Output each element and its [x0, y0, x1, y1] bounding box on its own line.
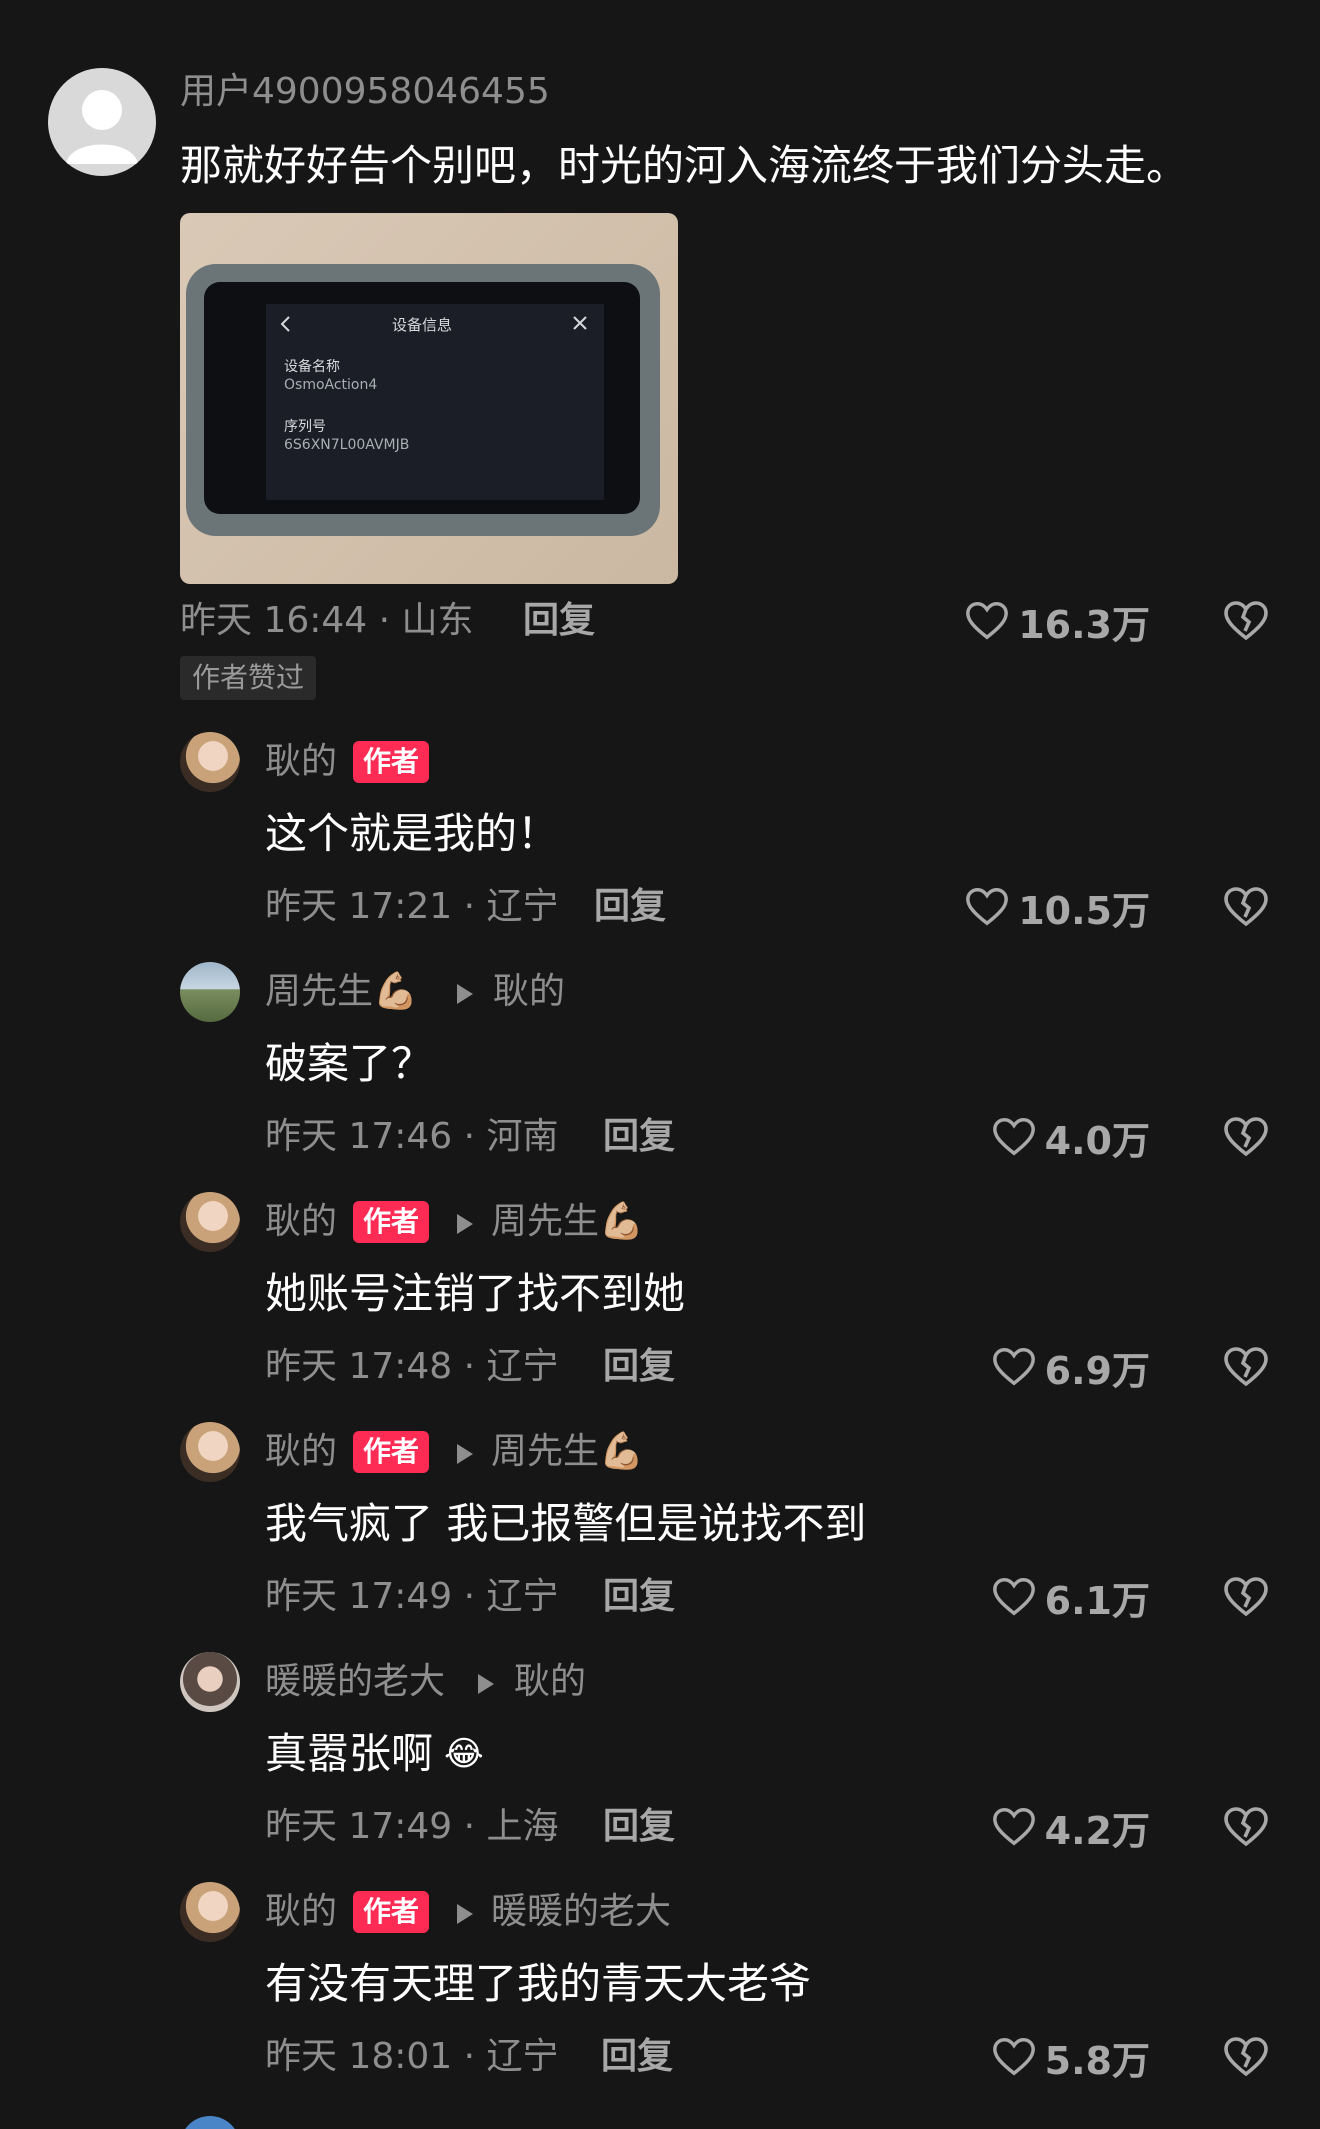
like-count: 5.8万: [1044, 2038, 1150, 2083]
like-button[interactable]: 5.8万: [991, 2031, 1150, 2083]
reply-username[interactable]: 耿的: [265, 1430, 337, 1474]
reply-text: 我气疯了 我已报警但是说找不到: [265, 1499, 867, 1548]
heart-icon: [966, 888, 1009, 926]
like-count: 16.3万: [1018, 602, 1150, 647]
reply-arrow-icon: [457, 984, 473, 1004]
reply-text: 破案了？: [265, 1039, 434, 1088]
reply-time-location: 昨天 17:49 · 辽宁: [265, 1576, 559, 1617]
reply-arrow-icon: [478, 1674, 494, 1694]
reply-username[interactable]: 耿的: [265, 1890, 337, 1934]
like-count: 10.5万: [1018, 888, 1150, 933]
reply-username[interactable]: 周先生💪🏼: [265, 970, 418, 1014]
screen-field2-label: 序列号: [284, 419, 326, 435]
like-button[interactable]: 4.2万: [991, 1801, 1150, 1853]
heart-icon: [966, 602, 1009, 640]
reply-target-name[interactable]: 周先生💪🏼: [491, 1200, 644, 1244]
reply-time-location: 昨天 18:01 · 辽宁: [265, 2036, 559, 2077]
reply-text: 有没有天理了我的青天大老爷: [265, 1959, 812, 2008]
reply-time-location: 昨天 17:48 · 辽宁: [265, 1346, 559, 1387]
reply-button[interactable]: 回复: [601, 2035, 673, 2079]
camera-case: 设备信息 设备名称 OsmoAction4 序列号 6S6XN7L00AVMJB: [186, 264, 660, 536]
heart-icon: [992, 2038, 1035, 2076]
screen-back-icon: [280, 316, 290, 332]
broken-heart-icon[interactable]: [1222, 1803, 1270, 1851]
woman-avatar[interactable]: [180, 732, 240, 792]
screen-field2-value: 6S6XN7L00AVMJB: [284, 437, 410, 453]
next-comment-avatar[interactable]: [180, 2116, 240, 2129]
main-comment-username[interactable]: 用户4900958046455: [180, 70, 550, 114]
comment-image[interactable]: 设备信息 设备名称 OsmoAction4 序列号 6S6XN7L00AVMJB: [180, 213, 678, 584]
comment-list: 用户4900958046455 那就好好告个别吧，时光的河入海流终于我们分头走。…: [0, 0, 1320, 2129]
heart-icon: [992, 1578, 1035, 1616]
like-count: 6.9万: [1044, 1348, 1150, 1393]
like-button[interactable]: 4.0万: [991, 1111, 1150, 1163]
woman-avatar[interactable]: [180, 1422, 240, 1482]
screen-close-icon: [573, 316, 587, 330]
heart-icon: [992, 1118, 1035, 1156]
reply-arrow-icon: [457, 1904, 473, 1924]
reply-username[interactable]: 暖暖的老大: [265, 1660, 445, 1704]
author-badge: 作者: [353, 741, 430, 783]
reply-text: 她账号注销了找不到她: [265, 1269, 686, 1318]
woman-avatar[interactable]: [180, 1192, 240, 1252]
woman-avatar[interactable]: [180, 1882, 240, 1942]
laughing-crying-emoji-icon: 😂: [444, 1734, 484, 1774]
author-liked-tag: 作者赞过: [180, 656, 317, 700]
broken-heart-icon[interactable]: [1222, 1113, 1270, 1161]
broken-heart-icon[interactable]: [1222, 1573, 1270, 1621]
reply-target-name[interactable]: 耿的: [493, 970, 565, 1014]
broken-heart-icon[interactable]: [1222, 1343, 1270, 1391]
like-count: 4.0万: [1044, 1118, 1150, 1163]
reply-target-name[interactable]: 耿的: [514, 1660, 586, 1704]
camera-screen-bezel: 设备信息 设备名称 OsmoAction4 序列号 6S6XN7L00AVMJB: [204, 282, 640, 514]
default-user-avatar[interactable]: [48, 68, 156, 176]
like-button[interactable]: 10.5万: [964, 881, 1150, 933]
reply-arrow-icon: [457, 1214, 473, 1234]
like-count: 6.1万: [1044, 1578, 1150, 1623]
author-badge: 作者: [353, 1201, 430, 1243]
reply-button[interactable]: 回复: [603, 1115, 675, 1159]
screen-title: 设备信息: [392, 316, 453, 334]
reply-text: 这个就是我的！: [265, 809, 560, 858]
heart-icon: [992, 1348, 1035, 1386]
author-badge: 作者: [353, 1891, 430, 1933]
reply-time-location: 昨天 17:21 · 辽宁: [265, 886, 559, 927]
like-count: 4.2万: [1044, 1808, 1150, 1853]
reply-button[interactable]: 回复: [603, 1805, 675, 1849]
reply-username[interactable]: 耿的: [265, 1200, 337, 1244]
broken-heart-icon[interactable]: [1222, 597, 1270, 645]
reply-username[interactable]: 耿的: [265, 740, 337, 784]
screen-field1-value: OsmoAction4: [284, 377, 378, 393]
broken-heart-icon[interactable]: [1222, 883, 1270, 931]
like-button[interactable]: 6.1万: [991, 1571, 1150, 1623]
girl-avatar[interactable]: [180, 1652, 240, 1712]
reply-button[interactable]: 回复: [603, 1345, 675, 1389]
like-button[interactable]: 6.9万: [991, 1341, 1150, 1393]
reply-arrow-icon: [457, 1444, 473, 1464]
reply-time-location: 昨天 17:49 · 上海: [265, 1806, 559, 1847]
heart-icon: [992, 1808, 1035, 1846]
main-comment-time-location: 昨天 16:44 · 山东: [180, 600, 474, 641]
reply-text: 真嚣张啊: [265, 1729, 434, 1778]
reply-button[interactable]: 回复: [594, 885, 666, 929]
broken-heart-icon[interactable]: [1222, 2033, 1270, 2081]
main-comment-text: 那就好好告个别吧，时光的河入海流终于我们分头走。: [180, 141, 1189, 190]
landscape-avatar[interactable]: [180, 962, 240, 1022]
reply-button[interactable]: 回复: [603, 1575, 675, 1619]
reply-target-name[interactable]: 周先生💪🏼: [491, 1430, 644, 1474]
screen-field1-label: 设备名称: [284, 359, 340, 375]
camera-screen: 设备信息 设备名称 OsmoAction4 序列号 6S6XN7L00AVMJB: [266, 304, 604, 500]
main-comment-reply-button[interactable]: 回复: [523, 599, 595, 643]
reply-target-name[interactable]: 暖暖的老大: [491, 1890, 671, 1934]
author-badge: 作者: [353, 1431, 430, 1473]
reply-time-location: 昨天 17:46 · 河南: [265, 1116, 559, 1157]
main-comment-like-button[interactable]: 16.3万: [964, 595, 1150, 647]
